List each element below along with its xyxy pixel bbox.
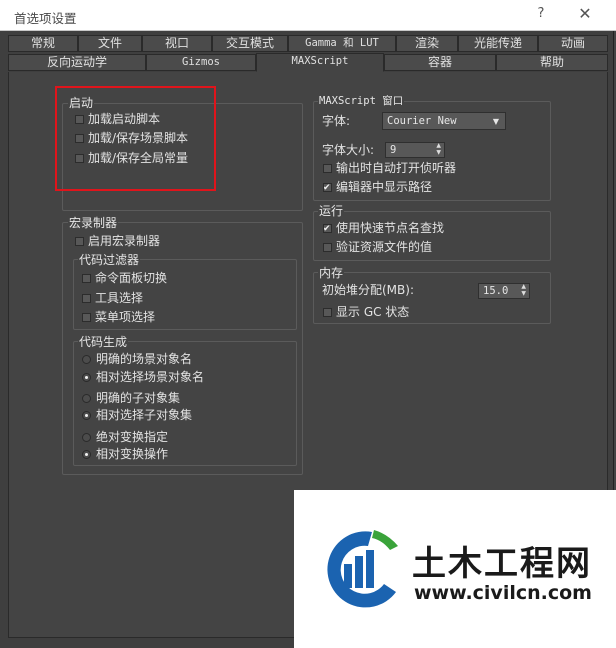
tab-gizmos[interactable]: Gizmos (146, 54, 256, 71)
radio-button[interactable] (82, 450, 91, 459)
explicit-subobject-sets-radio[interactable]: 明确的子对象集 (82, 390, 180, 406)
tab-interaction-mode[interactable]: 交互模式 (212, 35, 288, 52)
watermark-url: www.civilcn.com (414, 582, 592, 604)
selection-relative-subobject-sets-radio[interactable]: 相对选择子对象集 (82, 407, 192, 423)
initial-heap-spinner[interactable]: 15.0 ▲ ▼ (478, 283, 530, 299)
radio-button[interactable] (82, 394, 91, 403)
fast-node-name-lookup-checkbox[interactable]: 使用快速节点名查找 (323, 220, 444, 237)
spinner-down-icon[interactable]: ▼ (521, 290, 526, 297)
checkbox-box[interactable] (323, 243, 332, 252)
help-button[interactable]: ? (532, 6, 550, 24)
auto-open-listener-checkbox[interactable]: 输出时自动打开侦听器 (323, 160, 456, 176)
tab-viewports[interactable]: 视口 (142, 35, 212, 52)
relative-transform-operations-radio[interactable]: 相对变换操作 (82, 446, 168, 462)
tab-help[interactable]: 帮助 (496, 54, 608, 71)
code-filter-group-title: 代码过滤器 (78, 251, 141, 268)
checkbox-box[interactable] (82, 274, 91, 283)
radio-button[interactable] (82, 355, 91, 364)
watermark-brand: 土木工程网 (412, 544, 592, 584)
tab-radiosity[interactable]: 光能传递 (458, 35, 538, 52)
menu-item-selection-checkbox[interactable]: 菜单项选择 (82, 309, 155, 325)
checkbox-box[interactable] (82, 294, 91, 303)
checkbox-box[interactable] (323, 221, 332, 237)
chevron-down-icon: ▼ (492, 117, 499, 126)
tab-maxscript[interactable]: MAXScript (256, 53, 384, 72)
highlight-annotation-box (55, 86, 216, 191)
execution-group-title: 运行 (318, 202, 345, 219)
font-label: 字体: (322, 114, 351, 128)
enable-macro-recorder-checkbox[interactable]: 启用宏录制器 (75, 233, 160, 249)
font-size-value: 9 (390, 144, 397, 156)
explicit-scene-object-names-radio[interactable]: 明确的场景对象名 (82, 351, 192, 367)
spinner-down-icon[interactable]: ▼ (436, 149, 441, 156)
font-dropdown-value: Courier New (387, 115, 457, 127)
show-gc-status-checkbox[interactable]: 显示 GC 状态 (323, 304, 409, 320)
checkbox-box[interactable] (323, 164, 332, 173)
initial-heap-value: 15.0 (483, 285, 509, 297)
tab-files[interactable]: 文件 (78, 35, 142, 52)
selection-relative-scene-object-names-radio[interactable]: 相对选择场景对象名 (82, 369, 204, 385)
macro-recorder-group-title: 宏录制器 (68, 214, 119, 231)
font-size-label: 字体大小: (322, 143, 375, 157)
tab-animation[interactable]: 动画 (538, 35, 608, 52)
absolute-transform-assignments-radio[interactable]: 绝对变换指定 (82, 429, 168, 445)
checkbox-box[interactable] (75, 237, 84, 246)
checkbox-box[interactable] (323, 180, 332, 196)
checkbox-box[interactable] (323, 308, 332, 317)
tab-rendering[interactable]: 渲染 (396, 35, 458, 52)
tool-selection-checkbox[interactable]: 工具选择 (82, 290, 143, 306)
command-panel-switch-checkbox[interactable]: 命令面板切换 (82, 270, 167, 286)
close-icon[interactable]: ✕ (574, 4, 596, 26)
tab-gamma-lut[interactable]: Gamma 和 LUT (288, 35, 396, 52)
radio-button[interactable] (82, 373, 91, 382)
tab-inverse-kinematics[interactable]: 反向运动学 (8, 54, 146, 71)
civilcn-logo (327, 530, 398, 608)
radio-button[interactable] (82, 433, 91, 442)
tab-containers[interactable]: 容器 (384, 54, 496, 71)
validate-resource-values-checkbox[interactable]: 验证资源文件的值 (323, 239, 432, 255)
show-path-in-editor-checkbox[interactable]: 编辑器中显示路径 (323, 179, 432, 196)
title-bar: 首选项设置 ? ✕ (0, 0, 616, 31)
maxscript-editor-group-title: MAXScript 窗口 (318, 93, 405, 108)
memory-group-title: 内存 (318, 264, 345, 281)
window-title: 首选项设置 (14, 11, 77, 26)
spinner-up-icon[interactable]: ▲ (521, 283, 526, 290)
spinner-up-icon[interactable]: ▲ (436, 142, 441, 149)
font-size-spinner[interactable]: 9 ▲ ▼ (385, 142, 445, 158)
radio-button[interactable] (82, 411, 91, 420)
checkbox-box[interactable] (82, 313, 91, 322)
initial-heap-label: 初始堆分配(MB): (322, 283, 414, 297)
watermark: 土木工程网 www.civilcn.com (294, 490, 616, 648)
font-dropdown[interactable]: Courier New ▼ (382, 112, 506, 130)
tab-general[interactable]: 常规 (8, 35, 78, 52)
code-generation-group-title: 代码生成 (78, 333, 129, 350)
